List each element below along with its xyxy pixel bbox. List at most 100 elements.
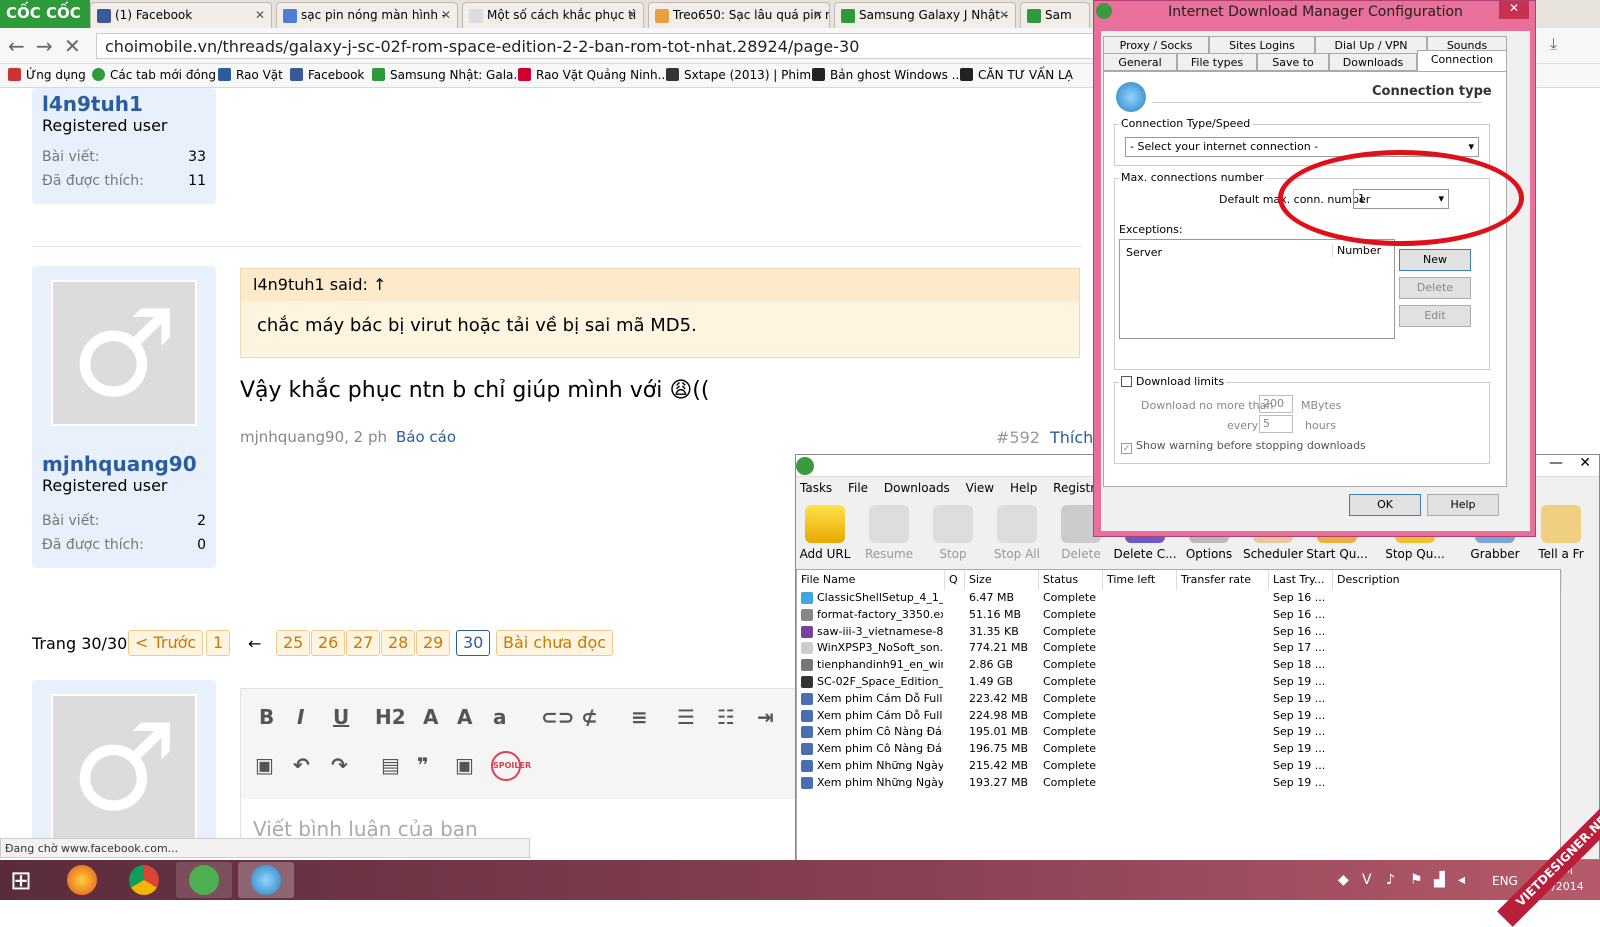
table-row[interactable]: tienphandinh91_en_win... 2.86 GB Complete S… bbox=[797, 657, 1562, 674]
bold-icon[interactable]: B bbox=[259, 705, 274, 729]
forward-icon[interactable]: → bbox=[36, 34, 53, 58]
windows-start-icon[interactable]: ⊞ bbox=[10, 866, 32, 896]
table-row[interactable]: Xem phim Cám Dỗ Full H... 224.98 MB Comple… bbox=[797, 708, 1562, 725]
indent-icon[interactable]: ⇥ bbox=[757, 705, 774, 729]
col-number[interactable]: Number bbox=[1332, 244, 1381, 257]
tab-general[interactable]: General bbox=[1103, 53, 1177, 71]
table-row[interactable]: Xem phim Cô Nàng Đán... 196.75 MB Complete… bbox=[797, 741, 1562, 758]
warning-checkbox[interactable]: ✓ bbox=[1121, 443, 1132, 454]
tray-network-icon[interactable]: ◆ bbox=[1338, 872, 1349, 888]
tab-treo650[interactable]: Treo650: Sạc lâu quá pin n ✕ bbox=[648, 2, 830, 28]
table-row[interactable]: ClassicShellSetup_4_1_... 6.47 MB Complete… bbox=[797, 590, 1562, 607]
close-icon[interactable]: ✕ bbox=[255, 8, 265, 22]
font-size-icon[interactable]: A bbox=[457, 705, 472, 729]
tab-save-to[interactable]: Save to bbox=[1257, 53, 1329, 71]
username[interactable]: l4n9tuh1 bbox=[42, 92, 206, 116]
page-29[interactable]: 29 bbox=[416, 630, 451, 656]
col-size[interactable]: Size bbox=[965, 570, 1039, 590]
undo-icon[interactable]: ↶ bbox=[293, 753, 310, 777]
limit-hours-input[interactable]: 5 bbox=[1259, 415, 1293, 433]
save-icon[interactable]: ▣ bbox=[255, 753, 274, 777]
page-1[interactable]: 1 bbox=[206, 630, 231, 656]
resume-button[interactable]: Resume bbox=[854, 505, 924, 561]
quote-author[interactable]: l4n9tuh1 said: ↑ bbox=[241, 269, 1079, 301]
edit-button[interactable]: Edit bbox=[1399, 305, 1471, 327]
tab-proxy[interactable]: Proxy / Socks bbox=[1103, 36, 1209, 54]
chrome-taskbar-button[interactable] bbox=[116, 862, 172, 898]
bookmark-apps[interactable]: Ứng dụng bbox=[8, 68, 86, 82]
table-row[interactable]: saw-iii-3_vietnamese-8... 31.35 KB Complet… bbox=[797, 624, 1562, 641]
back-icon[interactable]: ← bbox=[8, 34, 25, 58]
tab-facebook[interactable]: (1) Facebook ✕ bbox=[90, 2, 272, 28]
report-link[interactable]: Báo cáo bbox=[396, 428, 456, 446]
bookmark-samsung[interactable]: Samsung Nhật: Gala... bbox=[372, 68, 525, 82]
page-28[interactable]: 28 bbox=[381, 630, 416, 656]
tab-sites-logins[interactable]: Sites Logins bbox=[1209, 36, 1315, 54]
tray-signal-icon[interactable]: ▟ bbox=[1434, 872, 1445, 888]
font-color-icon[interactable]: A bbox=[423, 705, 438, 729]
tab-search[interactable]: sạc pin nóng màn hình - ✕ bbox=[276, 2, 458, 28]
bookmark-tuvan[interactable]: CĂN TƯ VẤN LẠ bbox=[960, 68, 1073, 82]
stop-loading-icon[interactable]: ✕ bbox=[64, 34, 81, 58]
stop-all-button[interactable]: Stop All bbox=[982, 505, 1052, 561]
download-icon[interactable]: ⤓ bbox=[1550, 34, 1557, 54]
delete-button[interactable]: Delete bbox=[1399, 277, 1471, 299]
col-time-left[interactable]: Time left bbox=[1103, 570, 1177, 590]
menu-file[interactable]: File bbox=[848, 481, 868, 495]
italic-icon[interactable]: I bbox=[297, 705, 304, 729]
col-status[interactable]: Status bbox=[1039, 570, 1103, 590]
spoiler-icon[interactable]: SPOILER bbox=[491, 751, 531, 781]
tray-flag-icon[interactable]: ⚑ bbox=[1410, 872, 1423, 888]
redo-icon[interactable]: ↷ bbox=[331, 753, 348, 777]
numbered-list-icon[interactable]: ☷ bbox=[717, 705, 735, 729]
heading-icon[interactable]: H2 bbox=[375, 705, 406, 729]
bookmark-ghost[interactable]: Bản ghost Windows ... bbox=[812, 68, 963, 82]
col-file-name[interactable]: File Name bbox=[797, 570, 945, 590]
bookmark-facebook[interactable]: Facebook bbox=[290, 68, 364, 82]
page-30-current[interactable]: 30 bbox=[456, 630, 491, 656]
coccoc-taskbar-button[interactable] bbox=[176, 862, 232, 898]
table-row[interactable]: Xem phim Những Ngày ... 215.42 MB Complete… bbox=[797, 758, 1562, 775]
coccoc-logo[interactable]: CỐC CỐC bbox=[0, 0, 90, 28]
quote-icon[interactable]: ❞ bbox=[417, 753, 429, 777]
col-queue[interactable]: Q bbox=[945, 570, 965, 590]
bookmark-closed-tabs[interactable]: Các tab mới đóng bbox=[92, 68, 216, 82]
align-icon[interactable]: ≡ bbox=[631, 705, 648, 729]
unread-posts-button[interactable]: Bài chưa đọc bbox=[496, 630, 614, 656]
bookmark-sxtape[interactable]: Sxtape (2013) | Phim... bbox=[666, 68, 822, 82]
menu-help[interactable]: Help bbox=[1010, 481, 1037, 495]
table-row[interactable]: Xem phim Cô Nàng Đán... 195.01 MB Complete… bbox=[797, 724, 1562, 741]
menu-view[interactable]: View bbox=[966, 481, 994, 495]
close-icon[interactable]: ✕ bbox=[627, 8, 637, 22]
bookmark-raovat-qn[interactable]: Rao Vặt Quảng Ninh... bbox=[518, 68, 669, 82]
tab-samsung[interactable]: Samsung Galaxy J Nhật - ✕ bbox=[834, 2, 1016, 28]
url-input[interactable]: choimobile.vn/threads/galaxy-j-sc-02f-ro… bbox=[96, 33, 1096, 59]
tab-samsung-2[interactable]: Sam bbox=[1020, 2, 1090, 28]
close-icon[interactable]: ✕ bbox=[999, 8, 1009, 22]
code-icon[interactable]: ▤ bbox=[381, 753, 400, 777]
tab-downloads[interactable]: Downloads bbox=[1329, 53, 1417, 71]
firefox-taskbar-button[interactable] bbox=[54, 862, 110, 898]
idm-taskbar-button[interactable] bbox=[238, 862, 294, 898]
tab-file-types[interactable]: File types bbox=[1177, 53, 1257, 71]
tray-v-icon[interactable]: V bbox=[1362, 872, 1372, 888]
tab-article[interactable]: Một số cách khắc phục tì ✕ bbox=[462, 2, 644, 28]
tab-connection[interactable]: Connection bbox=[1417, 50, 1507, 72]
page-26[interactable]: 26 bbox=[311, 630, 346, 656]
post-number[interactable]: #592 bbox=[996, 428, 1040, 447]
font-family-icon[interactable]: a bbox=[493, 705, 507, 729]
close-icon[interactable]: ✕ bbox=[441, 8, 451, 22]
table-row[interactable]: format-factory_3350.exe 51.16 MB Complete S… bbox=[797, 607, 1562, 624]
table-row[interactable]: Xem phim Cám Dỗ Full H... 223.42 MB Comple… bbox=[797, 691, 1562, 708]
tab-dialup-vpn[interactable]: Dial Up / VPN bbox=[1315, 36, 1427, 54]
language-indicator[interactable]: ENG bbox=[1492, 874, 1518, 888]
help-button[interactable]: Help bbox=[1427, 494, 1499, 516]
limits-checkbox[interactable] bbox=[1121, 376, 1132, 387]
col-last-try[interactable]: Last Try... bbox=[1269, 570, 1333, 590]
table-row[interactable]: SC-02F_Space_Edition_... 1.49 GB Complete S… bbox=[797, 674, 1562, 691]
close-icon[interactable]: ✕ bbox=[1579, 455, 1591, 471]
page-27[interactable]: 27 bbox=[346, 630, 381, 656]
link-icon[interactable]: ⊂⊃ bbox=[541, 705, 575, 729]
tray-volume-icon[interactable]: ◂ bbox=[1458, 872, 1465, 888]
col-description[interactable]: Description bbox=[1333, 570, 1562, 590]
